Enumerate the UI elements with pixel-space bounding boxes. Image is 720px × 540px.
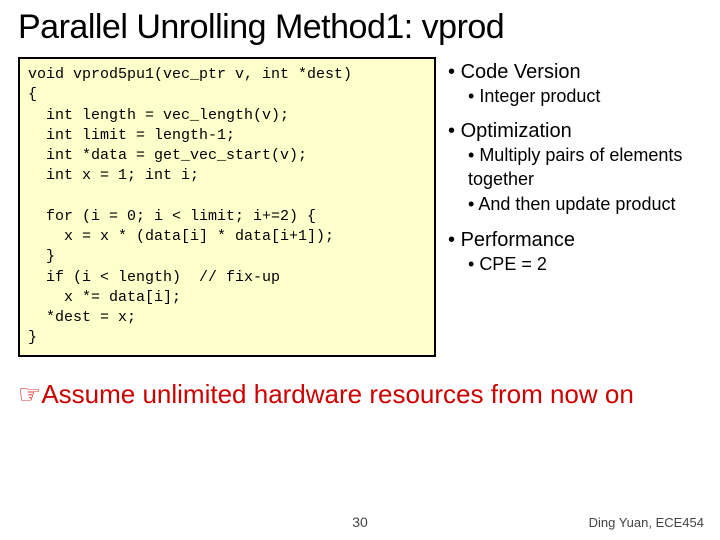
assume-text: Assume unlimited hardware resources from… [41,379,633,409]
bullet-sub: And then update product [468,193,702,216]
slide: Parallel Unrolling Method1: vprod void v… [0,0,720,540]
slide-title: Parallel Unrolling Method1: vprod [18,8,702,47]
bullet-sub: Multiply pairs of elements together [468,144,702,191]
bullet-code-version: Code Version Integer product [448,59,702,108]
footer-text: Ding Yuan, ECE454 [589,515,704,530]
bullet-sub: CPE = 2 [468,253,702,276]
page-number: 30 [352,514,368,530]
bullet-sub: Integer product [468,85,702,108]
content-row: void vprod5pu1(vec_ptr v, int *dest) { i… [18,57,702,357]
bullet-panel: Code Version Integer product Optimizatio… [448,57,702,357]
bullet-label: Performance [461,229,576,251]
bullet-performance: Performance CPE = 2 [448,227,702,276]
assume-note: ☞Assume unlimited hardware resources fro… [18,379,702,410]
bullet-optimization: Optimization Multiply pairs of elements … [448,118,702,216]
bullet-label: Code Version [461,61,581,83]
code-block: void vprod5pu1(vec_ptr v, int *dest) { i… [18,57,436,357]
bullet-label: Optimization [461,120,572,142]
pointing-hand-icon: ☞ [18,379,41,409]
